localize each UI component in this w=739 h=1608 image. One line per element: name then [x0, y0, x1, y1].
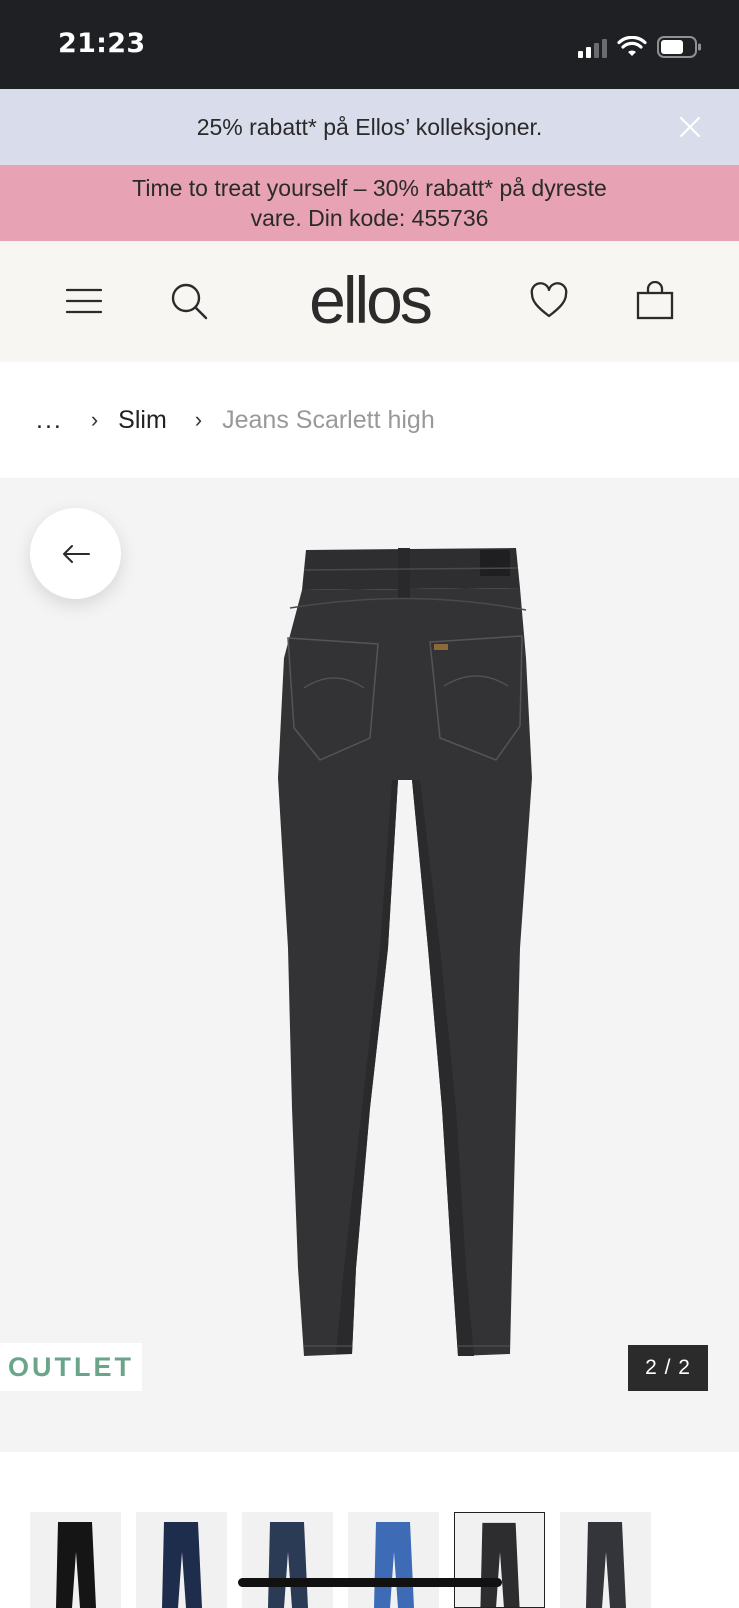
- thumbnail-washed-black[interactable]: [454, 1512, 545, 1608]
- thumbnail-mid-blue[interactable]: [348, 1512, 439, 1608]
- jeans-thumbnail-image: [586, 1522, 626, 1608]
- arrow-left-icon: [62, 544, 90, 563]
- signal-icon: [578, 36, 607, 58]
- home-indicator[interactable]: [238, 1578, 502, 1587]
- breadcrumb: ... › Slim › Jeans Scarlett high: [0, 362, 739, 478]
- bag-icon[interactable]: [635, 281, 675, 321]
- jeans-thumbnail-image: [268, 1522, 308, 1608]
- promo-banner-text: 25% rabatt* på Ellos’ kolleksjoner.: [196, 113, 543, 140]
- breadcrumb-current: Jeans Scarlett high: [222, 405, 435, 434]
- breadcrumb-more[interactable]: ...: [36, 406, 63, 435]
- promo-code-line1: Time to treat yourself – 30% rabatt* på …: [132, 175, 607, 201]
- chevron-right-icon: ›: [194, 407, 203, 432]
- ellos-logo[interactable]: ellos: [0, 267, 739, 333]
- promo-banner-code[interactable]: Time to treat yourself – 30% rabatt* på …: [0, 165, 739, 241]
- status-bar: 21:23: [0, 0, 739, 89]
- product-image-jeans-back: [278, 548, 532, 1356]
- thumbnail-dark-blue[interactable]: [136, 1512, 227, 1608]
- jeans-thumbnail-image: [374, 1522, 414, 1608]
- chevron-right-icon: ›: [90, 407, 99, 432]
- jeans-thumbnail-image: [480, 1522, 520, 1607]
- thumbnail-blue-wash[interactable]: [242, 1512, 333, 1608]
- status-time: 21:23: [58, 28, 146, 59]
- promo-banner-discount[interactable]: 25% rabatt* på Ellos’ kolleksjoner.: [0, 89, 739, 165]
- outlet-badge: OUTLET: [0, 1343, 142, 1391]
- wifi-icon: [617, 36, 647, 56]
- status-icons: [578, 34, 703, 60]
- image-counter: 2 / 2: [628, 1345, 708, 1391]
- jeans-thumbnail-image: [162, 1522, 202, 1608]
- thumbnail-black[interactable]: [30, 1512, 121, 1608]
- breadcrumb-item-slim[interactable]: Slim: [118, 406, 167, 435]
- close-icon[interactable]: [679, 116, 701, 138]
- jeans-thumbnail-image: [56, 1522, 96, 1608]
- gallery-back-button[interactable]: [30, 508, 121, 599]
- promo-code-line2: vare. Din kode: 455736: [250, 205, 489, 231]
- thumbnail-grey-black[interactable]: [560, 1512, 651, 1608]
- battery-icon: [657, 36, 701, 58]
- product-gallery[interactable]: OUTLET 2 / 2: [0, 478, 739, 1452]
- color-thumbnails: [30, 1512, 651, 1608]
- heart-icon[interactable]: [529, 281, 569, 321]
- site-header: ellos: [0, 241, 739, 362]
